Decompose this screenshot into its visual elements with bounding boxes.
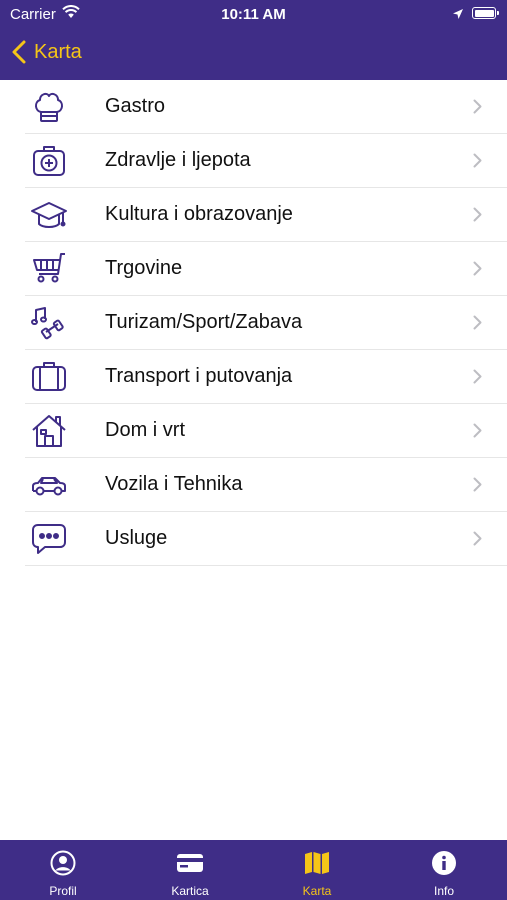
category-item-gastro[interactable]: Gastro bbox=[25, 80, 507, 134]
tab-label: Profil bbox=[49, 884, 77, 898]
category-item-usluge[interactable]: Usluge bbox=[25, 512, 507, 566]
category-item-turizam-sport-zabava[interactable]: Turizam/Sport/Zabava bbox=[25, 296, 507, 350]
category-item-dom-i-vrt[interactable]: Dom i vrt bbox=[25, 404, 507, 458]
tab-bar: Profil Kartica Karta Info bbox=[0, 840, 507, 900]
card-icon bbox=[176, 850, 204, 881]
category-label: Kultura i obrazovanje bbox=[105, 203, 293, 225]
graduation-cap-icon bbox=[30, 196, 68, 234]
tab-profil[interactable]: Profil bbox=[0, 840, 126, 900]
tab-info[interactable]: Info bbox=[381, 840, 507, 900]
suitcase-icon bbox=[30, 358, 68, 396]
chevron-right-icon bbox=[473, 423, 482, 443]
location-arrow-icon bbox=[452, 7, 464, 25]
tab-label: Karta bbox=[302, 884, 332, 898]
category-label: Usluge bbox=[105, 527, 168, 549]
category-label: Zdravlje i ljepota bbox=[105, 149, 251, 171]
category-item-kultura-i-obrazovanje[interactable]: Kultura i obrazovanje bbox=[25, 188, 507, 242]
category-item-transport-i-putovanja[interactable]: Transport i putovanja bbox=[25, 350, 507, 404]
category-item-trgovine[interactable]: Trgovine bbox=[25, 242, 507, 296]
car-icon bbox=[30, 466, 68, 504]
back-button[interactable]: Karta bbox=[12, 36, 82, 68]
profile-icon bbox=[50, 850, 76, 881]
status-bar: Carrier 10:11 AM bbox=[0, 0, 507, 28]
map-icon bbox=[304, 850, 330, 881]
status-time: 10:11 AM bbox=[221, 6, 286, 23]
first-aid-kit-icon bbox=[30, 142, 68, 180]
music-dumbbell-icon bbox=[30, 304, 68, 342]
chevron-right-icon bbox=[473, 207, 482, 227]
category-item-vozila-i-tehnika[interactable]: Vozila i Tehnika bbox=[25, 458, 507, 512]
chevron-right-icon bbox=[473, 153, 482, 173]
chevron-left-icon bbox=[12, 40, 26, 64]
battery-icon bbox=[472, 7, 499, 19]
tab-kartica[interactable]: Kartica bbox=[127, 840, 253, 900]
tab-label: Info bbox=[433, 884, 454, 898]
tab-karta[interactable]: Karta bbox=[254, 840, 380, 900]
info-icon bbox=[431, 850, 457, 881]
category-label: Gastro bbox=[105, 95, 166, 117]
back-label: Karta bbox=[34, 40, 82, 63]
chevron-right-icon bbox=[473, 261, 482, 281]
chef-hat-icon bbox=[30, 88, 68, 126]
category-list: Gastro Zdravlje i ljepota Kultura i obra… bbox=[0, 80, 507, 566]
chat-bubble-icon bbox=[30, 520, 68, 558]
header: Carrier 10:11 AM Karta bbox=[0, 0, 507, 80]
category-label: Transport i putovanja bbox=[105, 365, 293, 387]
category-label: Trgovine bbox=[105, 257, 183, 279]
house-icon bbox=[30, 412, 68, 450]
category-item-zdravlje-i-ljepota[interactable]: Zdravlje i ljepota bbox=[25, 134, 507, 188]
chevron-right-icon bbox=[473, 315, 482, 335]
shopping-cart-icon bbox=[30, 250, 68, 288]
chevron-right-icon bbox=[473, 477, 482, 497]
category-label: Vozila i Tehnika bbox=[105, 473, 243, 495]
category-label: Dom i vrt bbox=[105, 419, 185, 441]
tab-label: Kartica bbox=[171, 884, 209, 898]
chevron-right-icon bbox=[473, 531, 482, 551]
chevron-right-icon bbox=[473, 99, 482, 119]
chevron-right-icon bbox=[473, 369, 482, 389]
category-label: Turizam/Sport/Zabava bbox=[105, 311, 303, 333]
